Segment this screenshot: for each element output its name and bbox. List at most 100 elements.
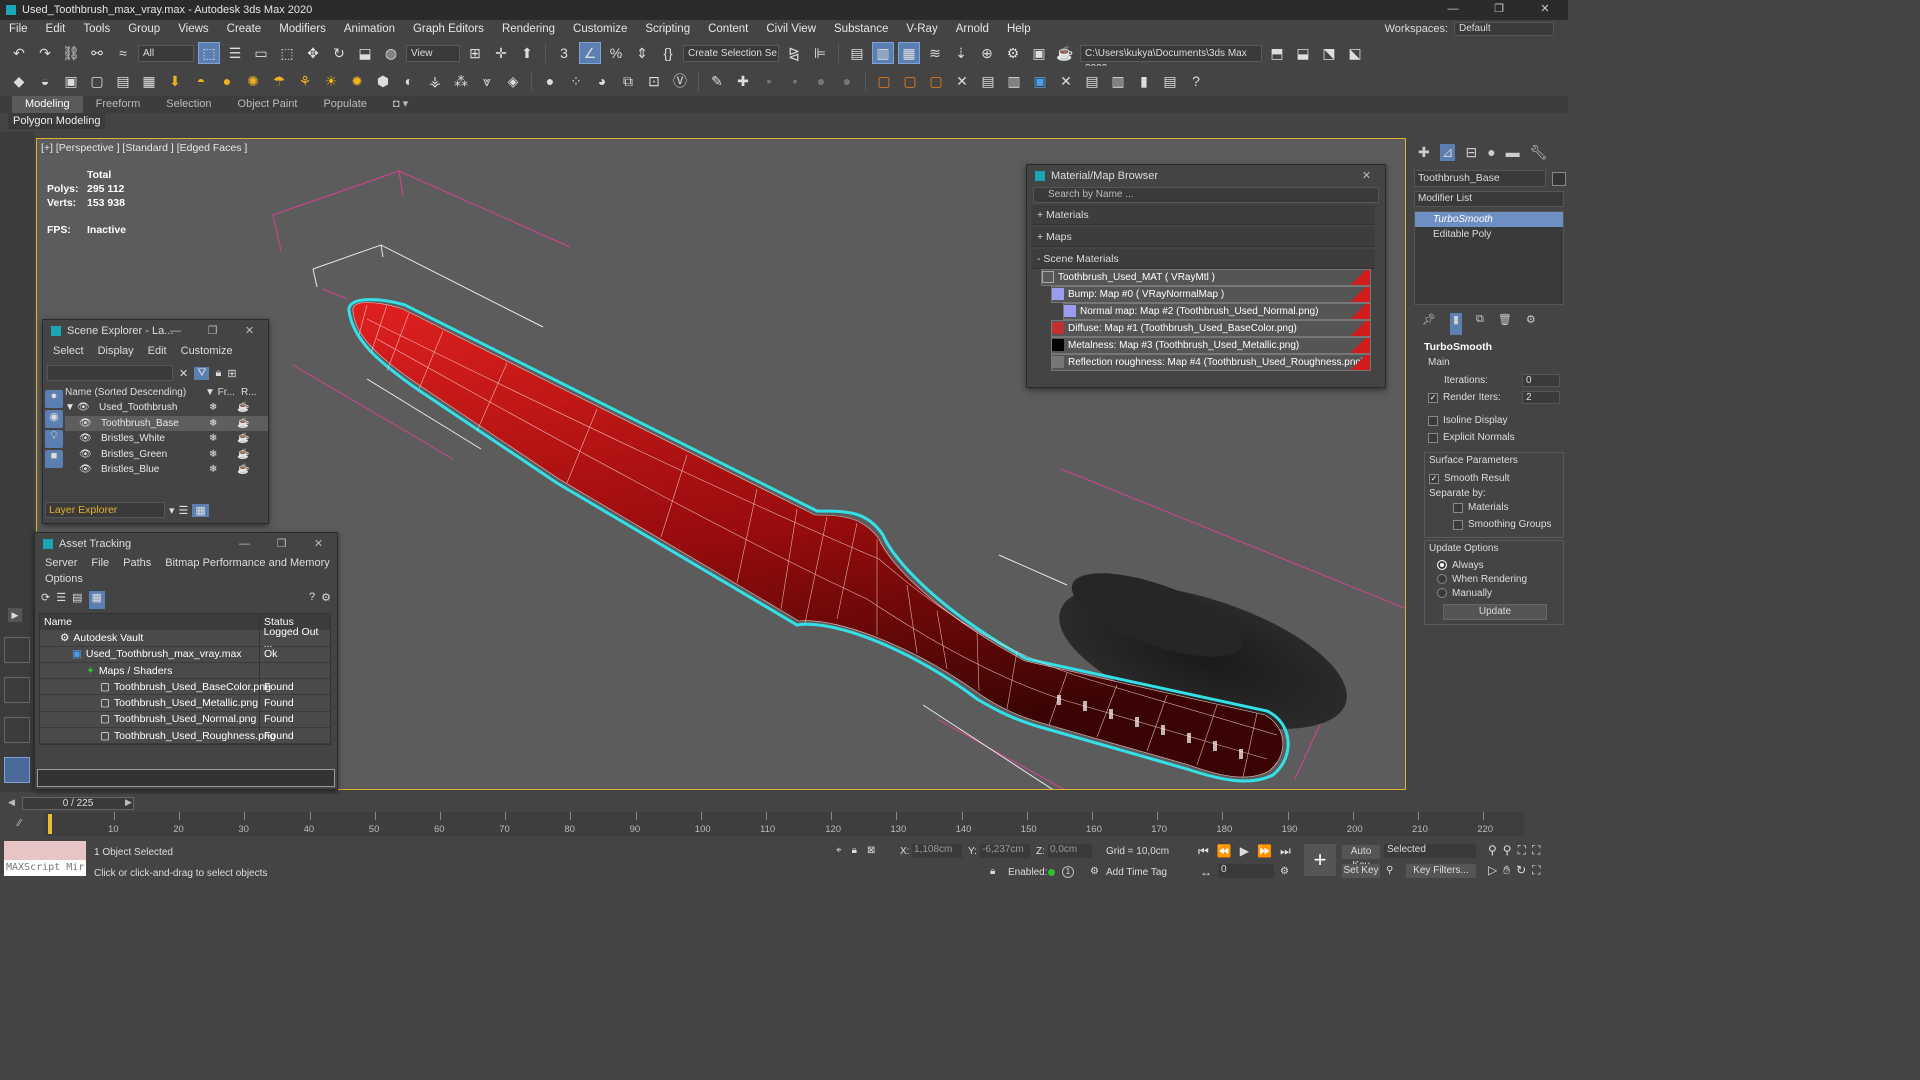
percent-snap-icon[interactable]: % [605, 42, 627, 64]
rotate-icon[interactable]: ↻ [328, 42, 350, 64]
stack-item-turbosmooth[interactable]: TurboSmooth [1415, 212, 1563, 227]
ambient-light-icon[interactable]: ⚘ [294, 70, 316, 92]
object-color-swatch[interactable] [1552, 171, 1566, 186]
sky-light-icon[interactable]: ✹ [346, 70, 368, 92]
menu-civil-view[interactable]: Civil View [757, 23, 825, 35]
ref-coord-dropdown[interactable]: View [406, 44, 460, 62]
zoom-all-icon[interactable]: ⚲ [1503, 843, 1512, 858]
absolute-mode-icon[interactable]: ⊠ [867, 845, 875, 856]
fp-icon-2[interactable]: ▢ [899, 70, 921, 92]
ribbon-tab-selection[interactable]: Selection [153, 96, 224, 113]
link-icon[interactable]: ⛓ [60, 42, 82, 64]
visibility-icon[interactable]: 👁︎ [77, 402, 99, 413]
ies-light-icon[interactable]: ☂ [268, 70, 290, 92]
gallery-icon[interactable]: ▦ [138, 70, 160, 92]
grid-tool-icon[interactable]: ▤ [977, 70, 999, 92]
layout-tool-icon[interactable]: ▤ [1159, 70, 1181, 92]
render-iters-spinner[interactable]: 2 [1522, 391, 1560, 404]
selection-filter-dropdown[interactable]: All [138, 44, 194, 62]
table-row[interactable]: ▢ Toothbrush_Used_BaseColor.png Found [40, 679, 330, 696]
workspaces-dropdown[interactable]: Default [1454, 22, 1554, 36]
help-circle-icon[interactable]: ? [1185, 70, 1207, 92]
vault-settings-icon[interactable]: ⚙ [321, 591, 331, 609]
align-icon[interactable]: ⊫ [809, 42, 831, 64]
schematic-view-icon[interactable]: ⇣ [950, 42, 972, 64]
unlink-icon[interactable]: ⚯ [86, 42, 108, 64]
dome-light-icon[interactable]: ◓ [190, 70, 212, 92]
layout-quad-icon[interactable] [4, 637, 30, 663]
asset-path-field[interactable] [37, 769, 335, 787]
rc-icon[interactable]: ▣ [1029, 70, 1051, 92]
project-new-icon[interactable]: ⬔ [1318, 42, 1340, 64]
menu-vray[interactable]: V-Ray [897, 23, 946, 35]
se-lights-icon[interactable]: 💡︎ [45, 430, 63, 448]
bind-space-warp-icon[interactable]: ≈ [112, 42, 134, 64]
place-icon[interactable]: ◍ [380, 42, 402, 64]
selection-set-dropdown[interactable]: Create Selection Se [683, 44, 779, 62]
key-mode-dropdown[interactable]: Selected [1384, 844, 1476, 858]
fur-icon[interactable]: ⚶ [424, 70, 446, 92]
material-sphere-icon[interactable]: ● [539, 70, 561, 92]
material-row[interactable]: Normal map: Map #2 (Toothbrush_Used_Norm… [1063, 303, 1371, 320]
isolate-icon[interactable]: ⌖ [836, 845, 842, 856]
visibility-icon[interactable]: 👁︎ [65, 418, 95, 429]
utilities-tab-icon[interactable]: 🔧︎ [1530, 144, 1548, 161]
make-unique-icon[interactable]: ⧉ [1476, 313, 1484, 335]
viewport-label[interactable]: [+] [Perspective ] [Standard ] [Edged Fa… [41, 142, 247, 154]
at-menu-server[interactable]: Server [45, 557, 77, 569]
layer-explorer-dropdown[interactable]: Layer Explorer [45, 502, 165, 518]
se-col-name[interactable]: Name (Sorted Descending) [65, 387, 205, 398]
table-view-icon[interactable]: ▤ [72, 591, 82, 609]
window-crossing-icon[interactable]: ⬚ [276, 42, 298, 64]
material-row[interactable]: Reflection roughness: Map #4 (Toothbrush… [1051, 354, 1371, 371]
when-rendering-radio[interactable] [1437, 574, 1447, 584]
table-row[interactable]: ✦ Maps / Shaders [40, 662, 330, 680]
table-row[interactable]: ▢ Toothbrush_Used_Metallic.png Found [40, 695, 330, 712]
z-coordinate-field[interactable]: 0,0cm [1048, 844, 1092, 858]
rect-selection-icon[interactable]: ▭ [250, 42, 272, 64]
panel-tool-icon[interactable]: ▥ [1107, 70, 1129, 92]
se-clear-icon[interactable]: ✕ [179, 367, 188, 380]
at-menu-bitmap[interactable]: Bitmap Performance and Memory [165, 557, 329, 569]
add-time-tag[interactable]: Add Time Tag [1106, 867, 1167, 878]
box-tool-icon[interactable]: ▢ [86, 70, 108, 92]
maxscript-input[interactable]: MAXScript Mir [4, 860, 86, 876]
se-menu-edit[interactable]: Edit [148, 345, 167, 357]
menu-content[interactable]: Content [699, 23, 757, 35]
menu-file[interactable]: File [0, 23, 37, 35]
fp-icon-3[interactable]: ▢ [925, 70, 947, 92]
refresh-icon[interactable]: ⟳ [41, 591, 50, 609]
materials-section[interactable]: + Materials [1031, 205, 1375, 225]
named-selection-icon[interactable]: {} [657, 42, 679, 64]
turbosmooth-title[interactable]: TurboSmooth [1414, 341, 1564, 355]
frame-tool-icon[interactable]: ▥ [1003, 70, 1025, 92]
tools-x-icon[interactable]: ✕ [1055, 70, 1077, 92]
at-menu-file[interactable]: File [91, 557, 109, 569]
layer-manager-icon[interactable]: ▤ [846, 42, 868, 64]
project-settings-icon[interactable]: ⬓ [1292, 42, 1314, 64]
se-menu-select[interactable]: Select [53, 345, 84, 357]
select-by-name-icon[interactable]: ☰ [224, 42, 246, 64]
vray-logo-icon[interactable]: Ⓥ [669, 70, 691, 92]
project-folder-icon[interactable]: ⬒ [1266, 42, 1288, 64]
auto-key-button[interactable]: Auto Key [1342, 845, 1380, 871]
menu-create[interactable]: Create [218, 23, 271, 35]
tools-cross-icon[interactable]: ✕ [951, 70, 973, 92]
render-icon[interactable]: ☕ [1054, 42, 1076, 64]
vault-help-icon[interactable]: ? [309, 591, 315, 609]
scale-icon[interactable]: ⬓ [354, 42, 376, 64]
iterations-spinner[interactable]: 0 [1522, 374, 1560, 387]
menu-help[interactable]: Help [998, 23, 1040, 35]
curve-mini-icon[interactable]: ⁄∕ [18, 818, 21, 829]
redo-icon[interactable]: ↷ [34, 42, 56, 64]
menu-arnold[interactable]: Arnold [947, 23, 998, 35]
configure-sets-icon[interactable]: ⚙ [1526, 313, 1536, 335]
modifier-list-dropdown[interactable]: Modifier List [1414, 191, 1564, 207]
snap-3d-icon[interactable]: 3 [553, 42, 575, 64]
se-col-render[interactable]: R... [241, 387, 257, 398]
menu-tools[interactable]: Tools [74, 23, 119, 35]
visibility-icon[interactable]: 👁︎ [65, 449, 95, 460]
tree-row[interactable]: 👁︎ Bristles_White ❄ ☕ [65, 431, 268, 447]
show-end-result-icon[interactable]: ▮ [1449, 313, 1463, 335]
time-cursor[interactable] [48, 814, 52, 834]
